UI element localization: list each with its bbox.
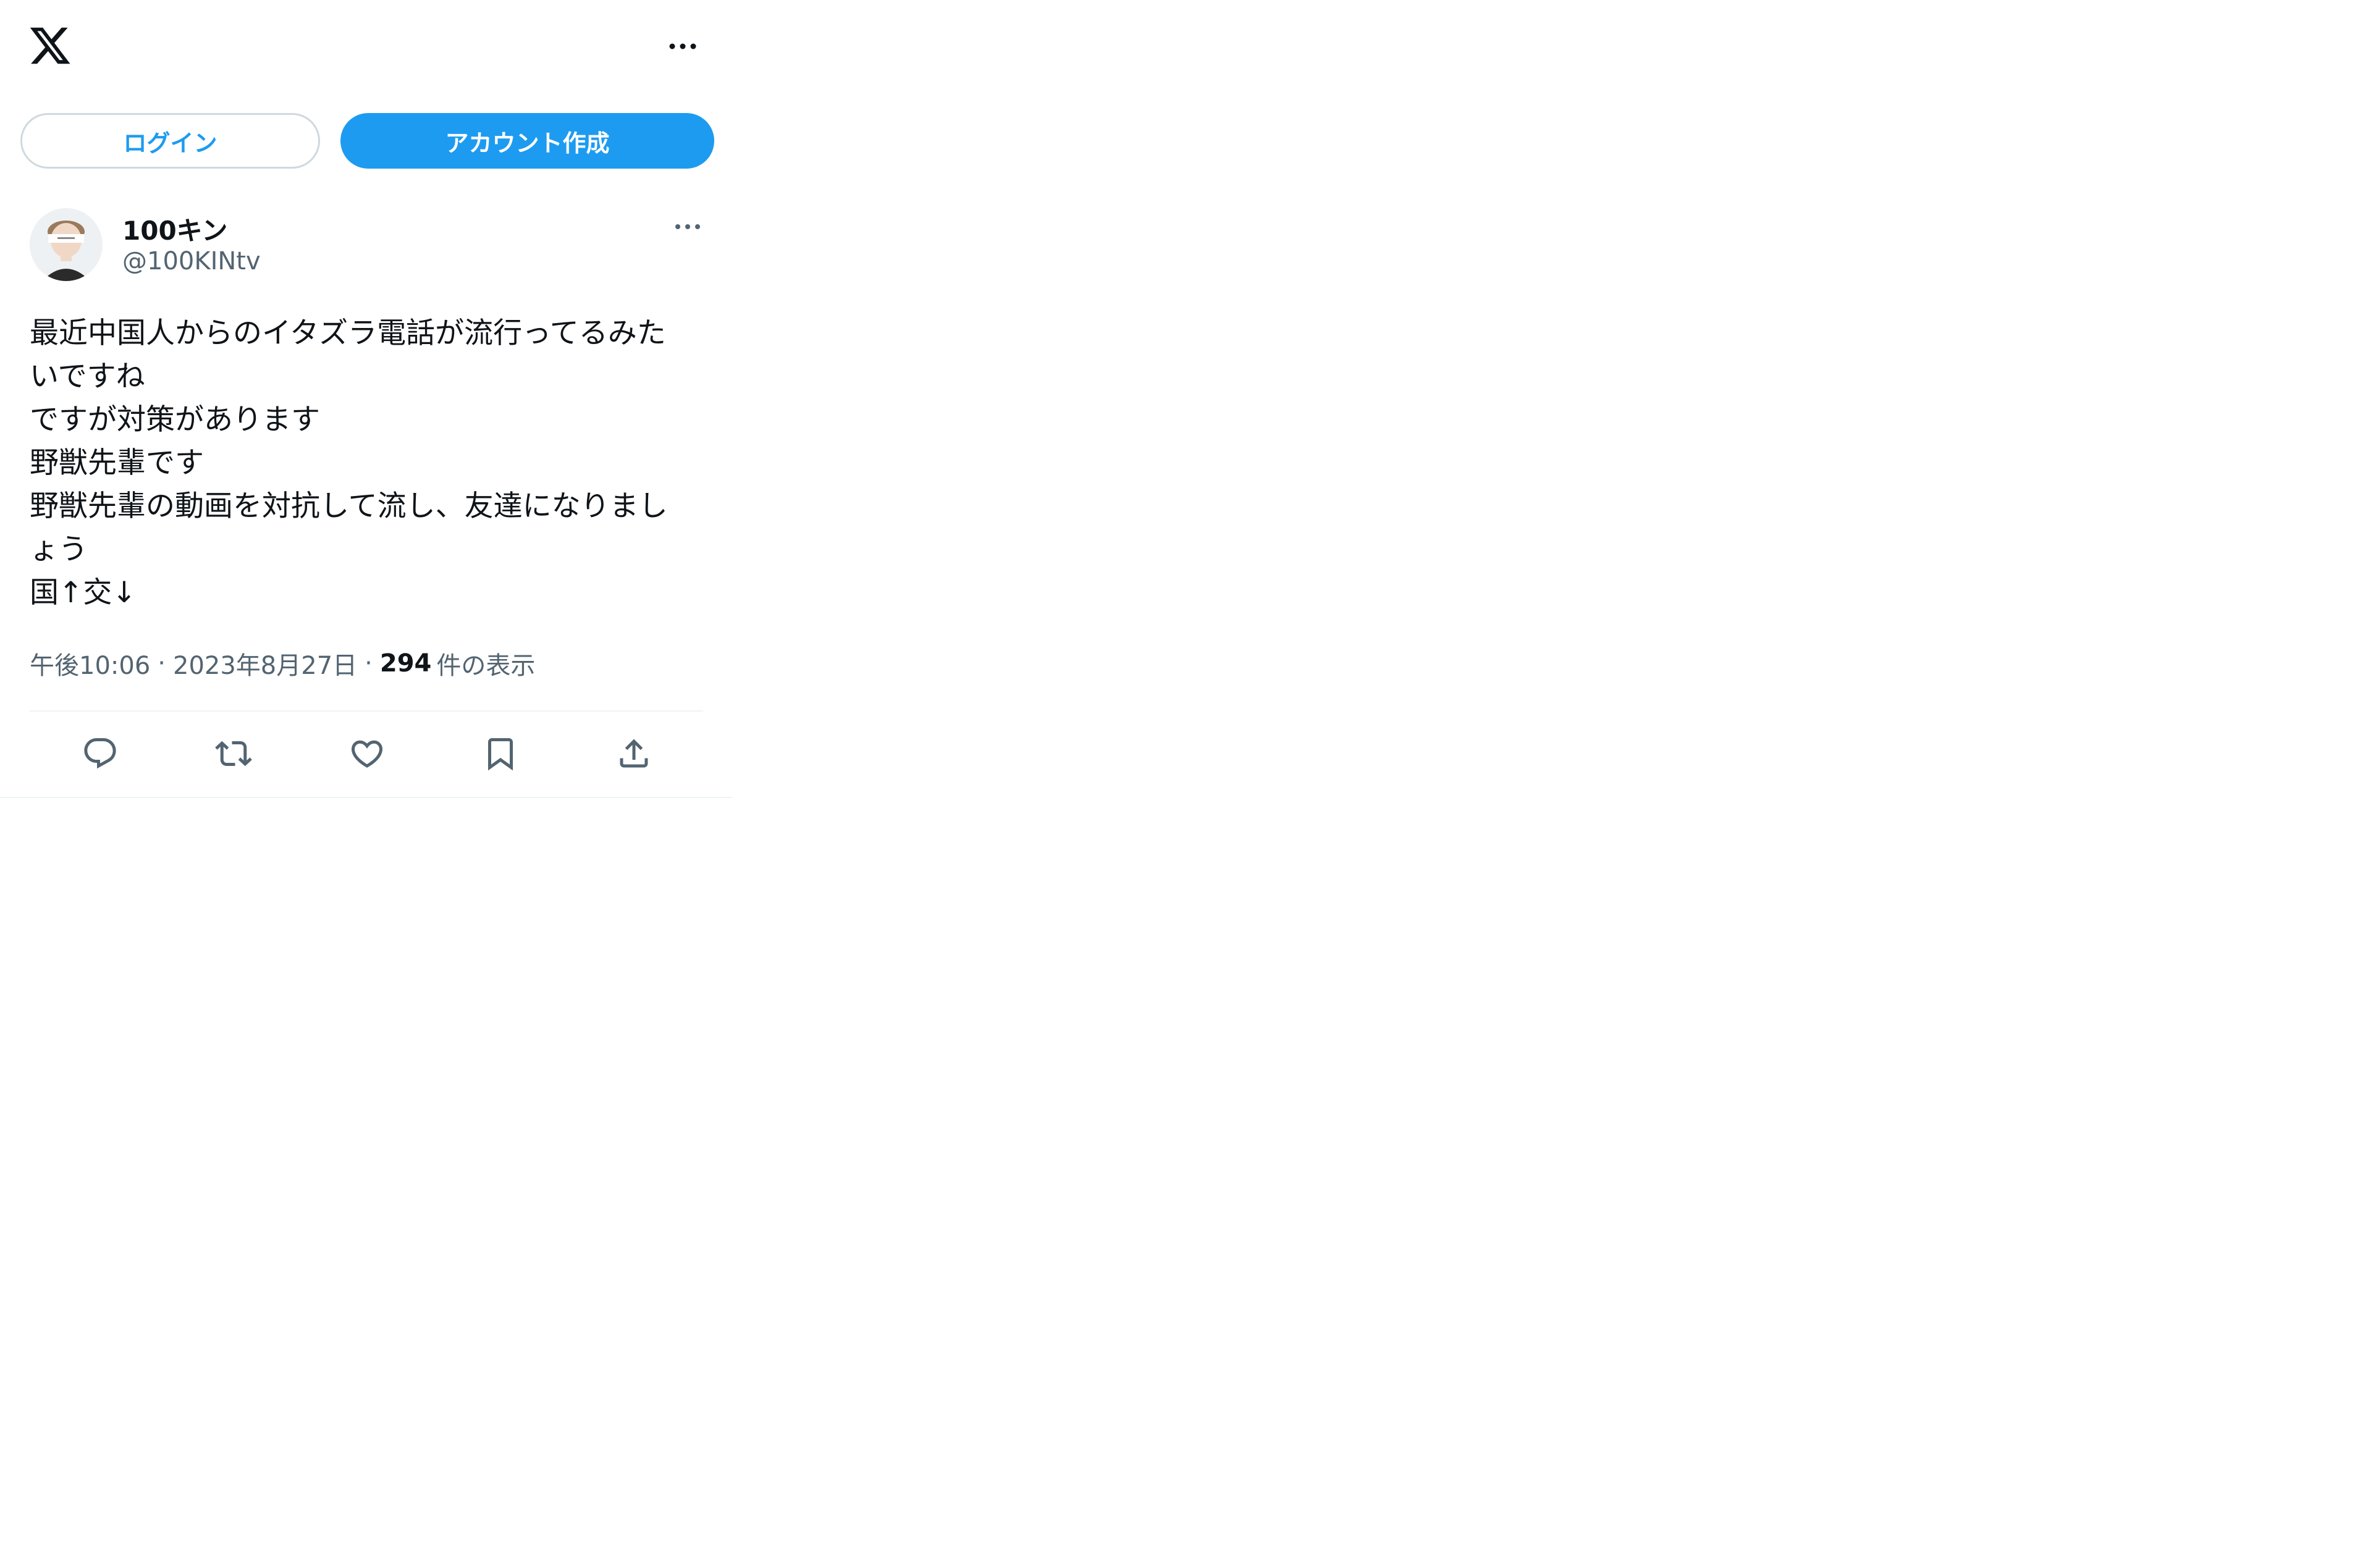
more-horizontal-icon[interactable] — [664, 34, 701, 59]
avatar[interactable] — [30, 208, 103, 281]
login-button[interactable]: ログイン — [20, 113, 320, 169]
share-icon[interactable] — [614, 734, 654, 773]
reply-icon[interactable] — [80, 734, 120, 773]
view-count: 294 — [379, 649, 432, 678]
heart-icon[interactable] — [347, 734, 387, 773]
tweet-date[interactable]: 2023年8月27日 — [173, 645, 357, 681]
tweet-text-line: 最近中国人からのイタズラ電話が流行ってるみた — [30, 316, 666, 350]
tweet-more-icon[interactable] — [672, 217, 703, 236]
top-bar — [0, 0, 732, 99]
tweet-text-line: ょう — [30, 532, 88, 566]
bookmark-icon[interactable] — [481, 734, 520, 773]
author-name[interactable]: 100キン — [122, 210, 227, 248]
divider — [30, 710, 703, 712]
tweet-text-line: ですが対策があります — [30, 403, 320, 437]
tweet-text-line: 野獣先輩の動画を対抗して流し、友達になりまし — [30, 489, 668, 523]
meta-separator: · — [365, 649, 373, 678]
tweet-text-line: 野獣先輩です — [30, 446, 204, 480]
retweet-icon[interactable] — [214, 734, 253, 773]
tweet-text-line: 国↑交↓ — [30, 576, 137, 610]
tweet-text-line: いですね — [30, 359, 145, 393]
tweet-meta: 午後10:06 · 2023年8月27日 · 294 件の表示 — [30, 645, 535, 681]
x-logo-icon[interactable] — [28, 23, 72, 68]
divider — [0, 797, 732, 798]
tweet-text: 最近中国人からのイタズラ電話が流行ってるみた いですね ですが対策があります 野… — [30, 312, 715, 615]
action-bar — [0, 729, 732, 778]
author-handle[interactable]: @100KINtv — [122, 247, 261, 275]
meta-separator: · — [158, 649, 166, 678]
view-label: 件の表示 — [436, 652, 536, 680]
tweet-time[interactable]: 午後10:06 — [30, 645, 150, 681]
create-account-button[interactable]: アカウント作成 — [340, 113, 714, 169]
